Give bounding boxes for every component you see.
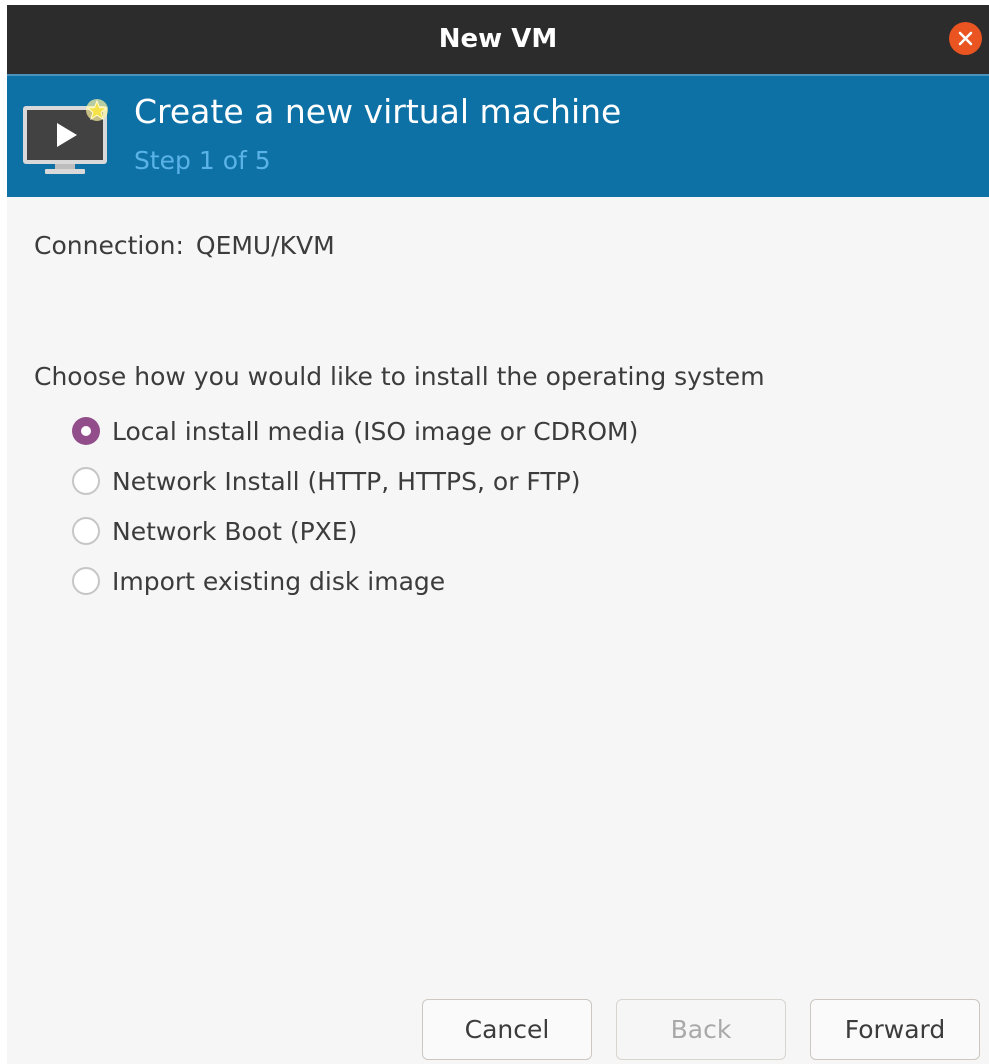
radio-button[interactable]	[72, 467, 100, 495]
connection-label: Connection:	[34, 231, 184, 260]
close-icon	[958, 31, 973, 46]
radio-network-boot[interactable]: Network Boot (PXE)	[72, 511, 357, 551]
back-button[interactable]: Back	[616, 999, 786, 1060]
forward-button[interactable]: Forward	[810, 999, 980, 1060]
close-button[interactable]	[949, 22, 982, 55]
wizard-step: Step 1 of 5	[134, 146, 271, 175]
title-bar[interactable]: New VM	[7, 5, 989, 74]
cancel-button[interactable]: Cancel	[422, 999, 592, 1060]
radio-label: Network Boot (PXE)	[112, 516, 358, 546]
connection-row: Connection: QEMU/KVM	[34, 229, 335, 263]
radio-button[interactable]	[72, 517, 100, 545]
radio-label: Network Install (HTTP, HTTPS, or FTP)	[112, 466, 581, 496]
wizard-header: Create a new virtual machine Step 1 of 5	[7, 74, 989, 197]
radio-button[interactable]	[72, 567, 100, 595]
radio-label: Local install media (ISO image or CDROM)	[112, 416, 639, 446]
radio-local-install-media[interactable]: Local install media (ISO image or CDROM)	[72, 411, 638, 451]
window-title: New VM	[438, 24, 558, 54]
new-vm-dialog: New VM Create a new virtual machine Step…	[7, 5, 989, 1064]
radio-network-install[interactable]: Network Install (HTTP, HTTPS, or FTP)	[72, 461, 580, 501]
radio-import-disk-image[interactable]: Import existing disk image	[72, 561, 445, 601]
install-prompt: Choose how you would like to install the…	[34, 362, 765, 391]
radio-button-selected[interactable]	[72, 417, 100, 445]
vm-monitor-icon	[23, 99, 108, 174]
radio-label: Import existing disk image	[112, 566, 446, 596]
connection-value: QEMU/KVM	[195, 231, 335, 260]
wizard-title: Create a new virtual machine	[134, 92, 622, 131]
